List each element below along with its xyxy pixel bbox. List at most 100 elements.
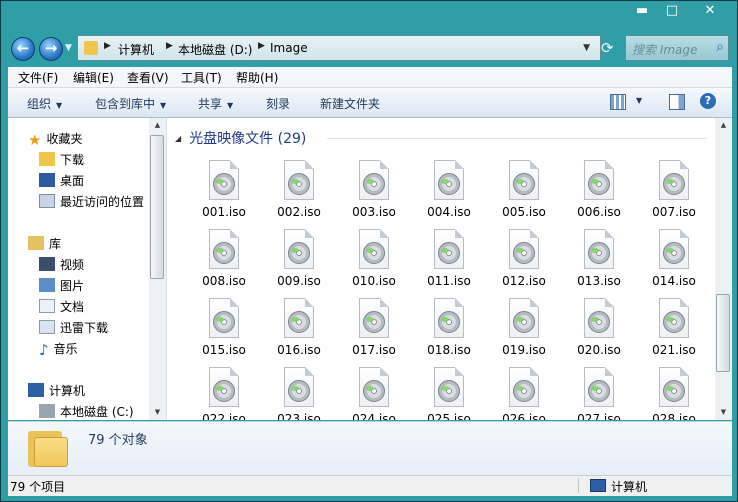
menu-view[interactable]: 查看(V) (127, 69, 169, 86)
breadcrumb-drive-d[interactable]: 本地磁盘 (D:) (178, 41, 252, 58)
file-item[interactable]: 006.iso (566, 160, 626, 224)
file-item[interactable]: 011.iso (416, 229, 476, 293)
breadcrumb-computer[interactable]: 计算机 (118, 41, 154, 58)
back-button[interactable]: ← (11, 37, 35, 61)
close-button[interactable]: ✕ (687, 1, 733, 21)
file-item[interactable]: 025.iso (416, 367, 476, 420)
search-icon[interactable]: ⌕ (716, 39, 724, 55)
maximize-button[interactable]: □ (657, 1, 687, 21)
file-item[interactable]: 022.iso (191, 367, 251, 420)
share-button[interactable]: 共享 ▼ (198, 95, 233, 112)
view-dropdown-icon[interactable]: ▼ (636, 96, 642, 105)
minimize-button[interactable]: ▬ (627, 1, 657, 21)
file-item[interactable]: 018.iso (416, 298, 476, 362)
file-name: 006.iso (577, 205, 621, 219)
file-item[interactable]: 001.iso (191, 160, 251, 224)
chevron-down-icon: ▼ (227, 101, 234, 110)
file-item[interactable]: 020.iso (566, 298, 626, 362)
sidebar-item-desktop[interactable]: 桌面 (39, 172, 84, 189)
file-item[interactable]: 017.iso (341, 298, 401, 362)
file-item[interactable]: 012.iso (491, 229, 551, 293)
sidebar-item-libraries[interactable]: 库 (28, 235, 61, 252)
file-item[interactable]: 015.iso (191, 298, 251, 362)
file-name: 021.iso (652, 343, 696, 357)
file-item[interactable]: 019.iso (491, 298, 551, 362)
file-item[interactable]: 026.iso (491, 367, 551, 420)
file-item[interactable]: 009.iso (266, 229, 326, 293)
new-folder-button[interactable]: 新建文件夹 (320, 95, 380, 112)
menu-edit[interactable]: 编辑(E) (73, 69, 114, 86)
sidebar-item-thunder-downloads[interactable]: 迅雷下载 (39, 319, 108, 336)
object-count: 79 个对象 (88, 433, 148, 448)
sidebar-scrollbar[interactable]: ▲ ▼ (149, 118, 166, 420)
search-box[interactable]: 搜索 Image ⌕ (625, 35, 729, 61)
address-dropdown-icon[interactable]: ▼ (583, 43, 590, 53)
disc-image-icon (363, 173, 385, 195)
file-item[interactable]: 003.iso (341, 160, 401, 224)
status-location: 计算机 (590, 478, 647, 495)
file-name: 016.iso (277, 343, 321, 357)
sidebar-item-music[interactable]: ♪ 音乐 (39, 340, 78, 359)
file-item[interactable]: 028.iso (641, 367, 701, 420)
file-item[interactable]: 005.iso (491, 160, 551, 224)
file-name: 015.iso (202, 343, 246, 357)
group-header[interactable]: ◢ 光盘映像文件 (29) (175, 128, 306, 148)
sidebar-item-drive-c[interactable]: 本地磁盘 (C:) (39, 403, 134, 420)
file-item[interactable]: 002.iso (266, 160, 326, 224)
sidebar-item-computer[interactable]: 计算机 (28, 382, 85, 399)
file-item[interactable]: 014.iso (641, 229, 701, 293)
refresh-icon[interactable]: ⟳ (601, 39, 614, 57)
file-item[interactable]: 027.iso (566, 367, 626, 420)
sidebar-item-pictures[interactable]: 图片 (39, 277, 84, 294)
preview-pane-icon[interactable] (669, 94, 685, 110)
scroll-up-icon[interactable]: ▲ (149, 118, 166, 132)
organize-button[interactable]: 组织 ▼ (27, 95, 62, 112)
address-bar[interactable]: ▶ 计算机 ▶ 本地磁盘 (D:) ▶ Image ▼ (77, 35, 601, 61)
view-options-icon[interactable] (610, 94, 626, 110)
sidebar-item-videos[interactable]: 视频 (39, 256, 84, 273)
file-name: 027.iso (577, 412, 621, 420)
file-name: 025.iso (427, 412, 471, 420)
breadcrumb-arrow-icon[interactable]: ▶ (104, 41, 111, 51)
scroll-down-icon[interactable]: ▼ (715, 405, 732, 419)
file-item[interactable]: 013.iso (566, 229, 626, 293)
file-item[interactable]: 024.iso (341, 367, 401, 420)
menu-help[interactable]: 帮助(H) (236, 69, 278, 86)
file-list-scroll-thumb[interactable] (716, 294, 730, 372)
file-item[interactable]: 004.iso (416, 160, 476, 224)
explorer-window: ▬ □ ✕ ← → ▼ ▶ 计算机 ▶ 本地磁盘 (D:) ▶ Image ▼ … (0, 0, 738, 502)
collapse-triangle-icon[interactable]: ◢ (175, 134, 181, 143)
breadcrumb-arrow-icon[interactable]: ▶ (258, 41, 265, 51)
sidebar-item-documents[interactable]: 文档 (39, 298, 84, 315)
sidebar-item-recent[interactable]: 最近访问的位置 (39, 193, 144, 210)
menu-file[interactable]: 文件(F) (18, 69, 58, 86)
menu-tools[interactable]: 工具(T) (181, 69, 222, 86)
file-item[interactable]: 023.iso (266, 367, 326, 420)
breadcrumb-image[interactable]: Image (270, 41, 308, 55)
disc-image-icon (663, 242, 685, 264)
disc-image-icon (363, 311, 385, 333)
file-item[interactable]: 007.iso (641, 160, 701, 224)
file-name: 012.iso (502, 274, 546, 288)
forward-button[interactable]: → (39, 37, 63, 61)
file-item[interactable]: 021.iso (641, 298, 701, 362)
file-item[interactable]: 008.iso (191, 229, 251, 293)
file-item[interactable]: 016.iso (266, 298, 326, 362)
scroll-down-icon[interactable]: ▼ (149, 405, 166, 419)
star-icon: ★ (28, 131, 42, 149)
file-item[interactable]: 010.iso (341, 229, 401, 293)
burn-button[interactable]: 刻录 (266, 95, 290, 112)
file-list-scrollbar[interactable]: ▲ ▼ (715, 118, 732, 420)
breadcrumb-arrow-icon[interactable]: ▶ (166, 41, 173, 51)
sidebar-scroll-thumb[interactable] (150, 135, 164, 279)
sidebar-item-favorites[interactable]: ★ 收藏夹 (28, 130, 82, 149)
help-icon[interactable]: ? (700, 93, 716, 109)
folder-icon (84, 41, 98, 55)
include-library-button[interactable]: 包含到库中 ▼ (95, 95, 166, 112)
recent-pages-dropdown-icon[interactable]: ▼ (65, 43, 72, 53)
disc-image-icon (513, 242, 535, 264)
sidebar-item-downloads[interactable]: 下载 (39, 151, 84, 168)
details-pane: 79 个对象 (8, 421, 732, 475)
scroll-up-icon[interactable]: ▲ (715, 118, 732, 132)
search-placeholder: 搜索 Image (632, 43, 698, 57)
